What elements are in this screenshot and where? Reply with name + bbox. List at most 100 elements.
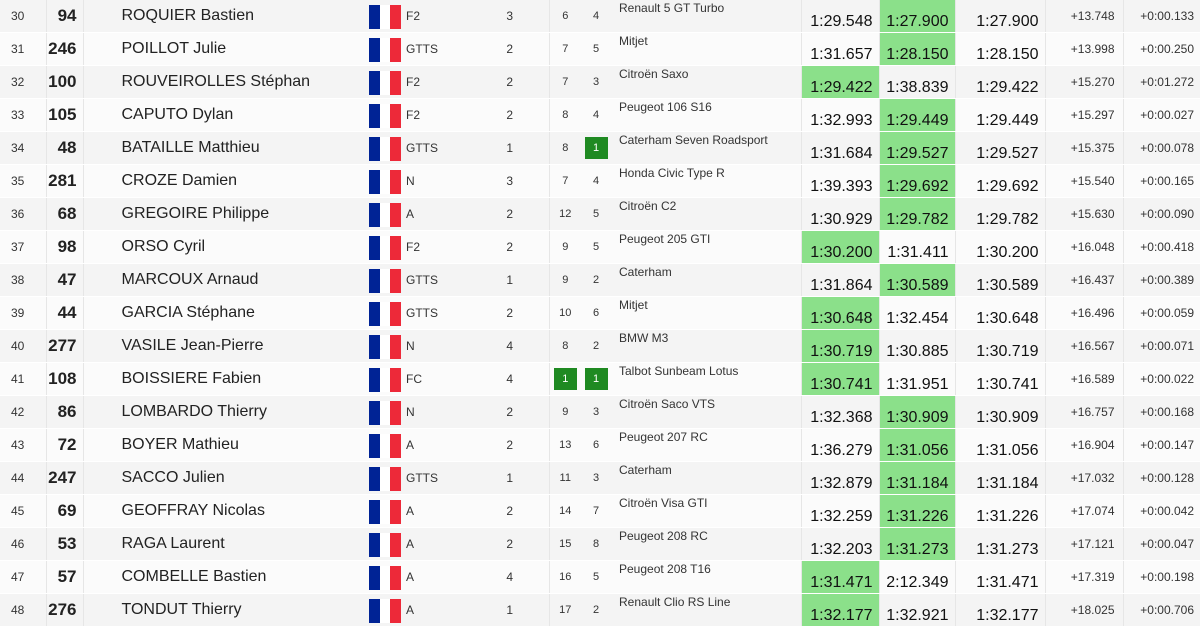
table-row[interactable]: 35 281 CROZE Damien N 3 7 4 Honda Civic … (0, 164, 1200, 198)
run2-time-cell: 1:28.150 (878, 32, 955, 66)
table-row[interactable]: 48 276 TONDUT Thierry A 1 17 2 Renault C… (0, 593, 1200, 627)
run2-time-cell: 1:31.226 (878, 494, 955, 528)
table-row[interactable]: 45 69 GEOFFRAY Nicolas A 2 14 7 Citroën … (0, 494, 1200, 528)
table-row[interactable]: 39 44 GARCIA Stéphane GTTS 2 10 6 Mitjet… (0, 296, 1200, 330)
table-row[interactable]: 40 277 VASILE Jean-Pierre N 4 8 2 BMW M3… (0, 329, 1200, 363)
gap-leader-cell: +15.540 (1044, 164, 1123, 198)
flag-cell (366, 263, 406, 297)
flag-cell (366, 164, 406, 198)
driver-name-cell[interactable]: CROZE Damien (82, 164, 366, 198)
driver-name-cell[interactable]: COMBELLE Bastien (82, 560, 366, 594)
run1-time-cell: 1:30.648 (800, 296, 879, 330)
driver-name-cell[interactable]: GEOFFRAY Nicolas (82, 494, 366, 528)
gap-previous-cell: +0:00.133 (1122, 0, 1200, 33)
position-cell: 41 (0, 362, 46, 396)
table-row[interactable]: 37 98 ORSO Cyril F2 2 9 5 Peugeot 205 GT… (0, 230, 1200, 264)
driver-name-cell[interactable]: BATAILLE Matthieu (82, 131, 366, 165)
car-model-cell: Renault 5 GT Turbo (611, 0, 801, 33)
table-row[interactable]: 43 72 BOYER Mathieu A 2 13 6 Peugeot 207… (0, 428, 1200, 462)
table-row[interactable]: 36 68 GREGOIRE Philippe A 2 12 5 Citroën… (0, 197, 1200, 231)
class-cell: N (406, 395, 471, 429)
class-position-value: 6 (562, 10, 569, 22)
table-row[interactable]: 33 105 CAPUTO Dylan F2 2 8 4 Peugeot 106… (0, 98, 1200, 132)
driver-name-cell[interactable]: SACCO Julien (82, 461, 366, 495)
class-position-value: 7 (562, 76, 569, 88)
class-position-value: 9 (562, 241, 569, 253)
driver-name-cell[interactable]: RAGA Laurent (82, 527, 366, 561)
driver-name-cell[interactable]: CAPUTO Dylan (82, 98, 366, 132)
france-flag-icon (369, 335, 402, 359)
category-position-value: 4 (592, 10, 600, 22)
run2-time-cell: 1:30.885 (878, 329, 955, 363)
table-row[interactable]: 32 100 ROUVEIROLLES Stéphan F2 2 7 3 Cit… (0, 65, 1200, 99)
table-row[interactable]: 30 94 ROQUIER Bastien F2 3 6 4 Renault 5… (0, 0, 1200, 33)
table-row[interactable]: 41 108 BOISSIERE Fabien FC 4 1 1 Talbot … (0, 362, 1200, 396)
gap-leader-cell: +16.496 (1044, 296, 1123, 330)
table-row[interactable]: 31 246 POILLOT Julie GTTS 2 7 5 Mitjet 1… (0, 32, 1200, 66)
position-cell: 37 (0, 230, 46, 264)
flag-cell (366, 32, 406, 66)
category-position-cell: 1 (581, 131, 611, 165)
driver-name-cell[interactable]: BOYER Mathieu (82, 428, 366, 462)
driver-name-cell[interactable]: BOISSIERE Fabien (82, 362, 366, 396)
driver-name-cell[interactable]: LOMBARDO Thierry (82, 395, 366, 429)
driver-name-cell[interactable]: TONDUT Thierry (82, 593, 366, 627)
gap-leader-cell: +16.567 (1044, 329, 1123, 363)
class-cell: F2 (406, 230, 471, 264)
car-model-cell: Renault Clio RS Line (611, 593, 801, 627)
gap-previous-cell: +0:00.706 (1122, 593, 1200, 627)
car-number-cell: 247 (45, 461, 83, 495)
flag-cell (366, 230, 406, 264)
table-row[interactable]: 46 53 RAGA Laurent A 2 15 8 Peugeot 208 … (0, 527, 1200, 561)
run1-time-cell: 1:29.422 (800, 65, 879, 99)
group-count-cell: 1 (471, 461, 549, 495)
car-number-cell: 277 (45, 329, 83, 363)
gap-leader-cell: +17.074 (1044, 494, 1123, 528)
run1-time-cell: 1:31.684 (800, 131, 879, 165)
driver-name-cell[interactable]: MARCOUX Arnaud (82, 263, 366, 297)
table-row[interactable]: 34 48 BATAILLE Matthieu GTTS 1 8 1 Cater… (0, 131, 1200, 165)
best-time-cell: 1:31.226 (954, 494, 1045, 528)
table-row[interactable]: 44 247 SACCO Julien GTTS 1 11 3 Caterham… (0, 461, 1200, 495)
group-count-cell: 1 (471, 263, 549, 297)
car-number-cell: 94 (45, 0, 83, 33)
flag-cell (366, 329, 406, 363)
group-count-cell: 2 (471, 197, 549, 231)
car-model-cell: Peugeot 106 S16 (611, 98, 801, 132)
category-position-cell: 5 (581, 197, 611, 231)
position-cell: 38 (0, 263, 46, 297)
car-number-cell: 98 (45, 230, 83, 264)
driver-name-cell[interactable]: ROUVEIROLLES Stéphan (82, 65, 366, 99)
group-count-cell: 1 (471, 593, 549, 627)
category-position-value: 3 (592, 472, 600, 484)
driver-name-cell[interactable]: VASILE Jean-Pierre (82, 329, 366, 363)
car-model-cell: Caterham (611, 461, 801, 495)
table-row[interactable]: 38 47 MARCOUX Arnaud GTTS 1 9 2 Caterham… (0, 263, 1200, 297)
category-position-cell: 3 (581, 65, 611, 99)
category-position-cell: 1 (581, 362, 611, 396)
driver-name-cell[interactable]: ORSO Cyril (82, 230, 366, 264)
class-cell: A (406, 197, 471, 231)
flag-cell (366, 527, 406, 561)
class-position-value: 8 (562, 142, 569, 154)
driver-name-cell[interactable]: ROQUIER Bastien (82, 0, 366, 33)
table-row[interactable]: 42 86 LOMBARDO Thierry N 2 9 3 Citroën S… (0, 395, 1200, 429)
france-flag-icon (369, 269, 402, 293)
driver-name-cell[interactable]: GARCIA Stéphane (82, 296, 366, 330)
gap-leader-cell: +17.319 (1044, 560, 1123, 594)
gap-previous-cell: +0:00.418 (1122, 230, 1200, 264)
class-cell: FC (406, 362, 471, 396)
car-number-cell: 44 (45, 296, 83, 330)
driver-name-cell[interactable]: GREGOIRE Philippe (82, 197, 366, 231)
france-flag-icon (369, 170, 402, 194)
driver-name-cell[interactable]: POILLOT Julie (82, 32, 366, 66)
table-row[interactable]: 47 57 COMBELLE Bastien A 4 16 5 Peugeot … (0, 560, 1200, 594)
run2-time-cell: 1:30.589 (878, 263, 955, 297)
france-flag-icon (369, 71, 402, 95)
position-cell: 43 (0, 428, 46, 462)
gap-previous-cell: +0:01.272 (1122, 65, 1200, 99)
france-flag-icon (369, 467, 402, 491)
category-position-cell: 4 (581, 0, 611, 33)
run1-time-cell: 1:30.741 (800, 362, 879, 396)
run2-time-cell: 1:29.449 (878, 98, 955, 132)
